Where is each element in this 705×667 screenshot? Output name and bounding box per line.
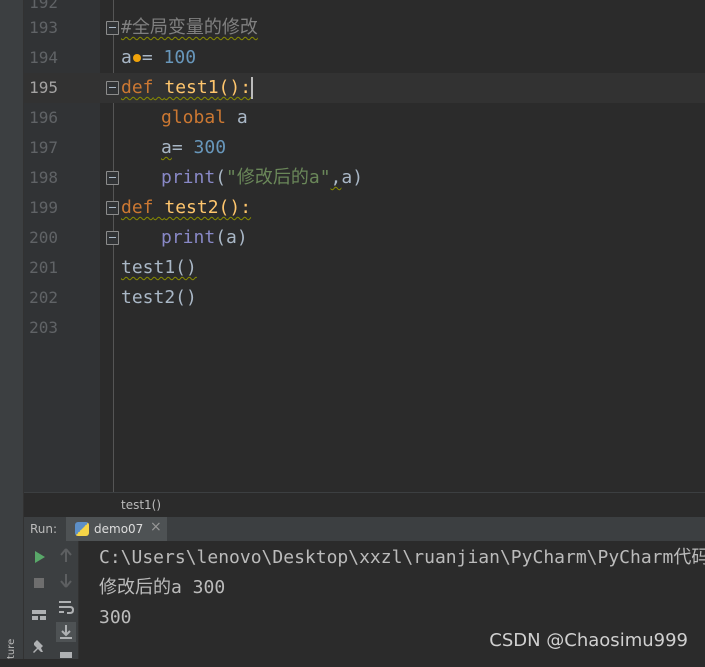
- structure-side-label[interactable]: ture: [6, 634, 18, 659]
- text-caret: [251, 77, 254, 99]
- line-number: 199: [29, 198, 58, 217]
- arrow-up-icon[interactable]: [57, 546, 75, 564]
- number-literal: 100: [163, 47, 197, 68]
- print-call-code: print(a): [161, 227, 248, 248]
- global-statement-code: global a: [161, 103, 248, 133]
- function-call-code: test2(): [121, 287, 197, 308]
- line-number: 195: [29, 78, 58, 97]
- stop-icon[interactable]: [30, 574, 48, 592]
- fold-icon[interactable]: [106, 81, 119, 95]
- line-number: 198: [29, 168, 58, 187]
- parentheses: ():: [218, 77, 252, 98]
- function-name: test2: [164, 197, 219, 218]
- console-line-output-2: 300: [99, 607, 132, 628]
- fold-icon[interactable]: [106, 171, 119, 185]
- run-tool-rail: [24, 541, 53, 659]
- parentheses: ():: [218, 197, 252, 218]
- console-line-command: C:\Users\lenovo\Desktop\xxzl\ruanjian\Py…: [99, 547, 705, 568]
- code-line-199[interactable]: 199 def test2():: [24, 193, 705, 223]
- print-builtin: print: [161, 227, 216, 248]
- code-line-197[interactable]: 197 a= 300: [24, 133, 705, 163]
- code-line-200[interactable]: 200 print(a): [24, 223, 705, 253]
- comment-text: #全局变量的修改: [121, 17, 258, 38]
- run-tool-window-header: Run: demo07 ×: [24, 517, 705, 542]
- line-number: 196: [29, 108, 58, 127]
- run-label: Run:: [30, 522, 58, 536]
- assignment-code: a= 300: [161, 133, 226, 163]
- scroll-to-end-icon[interactable]: [56, 622, 76, 642]
- print-call-code: print("修改后的a",a): [161, 167, 364, 188]
- console-line-output-1: 修改后的a 300: [99, 577, 226, 598]
- fold-icon[interactable]: [106, 231, 119, 245]
- keyword: def: [121, 197, 154, 218]
- string-literal: "修改后的a": [226, 167, 331, 188]
- line-number: 201: [29, 258, 58, 277]
- code-editor[interactable]: 192 193 #全局变量的修改 194 a = 100 195 def test…: [24, 0, 705, 492]
- assignment-code: a = 100: [121, 43, 196, 73]
- line-number: 200: [29, 228, 58, 247]
- code-line-194[interactable]: 194 a = 100: [24, 43, 705, 73]
- csdn-watermark: CSDN @Chaosimu999: [489, 630, 688, 651]
- pin-icon[interactable]: [30, 638, 48, 656]
- function-name: test1: [164, 77, 219, 98]
- run-tab-demo07[interactable]: demo07 ×: [66, 517, 167, 541]
- line-number: 203: [29, 318, 58, 337]
- breadcrumb: test1(): [24, 492, 705, 518]
- code-line-193[interactable]: 193 #全局变量的修改: [24, 13, 705, 43]
- code-line-203[interactable]: 203: [24, 313, 705, 343]
- line-number: 194: [29, 48, 58, 67]
- number-literal: 300: [193, 137, 227, 158]
- code-line-195-current[interactable]: 195 def test1():: [24, 73, 705, 103]
- close-icon[interactable]: ×: [150, 519, 162, 535]
- line-number: 202: [29, 288, 58, 307]
- global-variable: a: [226, 107, 248, 128]
- console-tool-rail: [53, 541, 79, 659]
- rerun-icon[interactable]: [30, 548, 48, 566]
- lightbulb-icon[interactable]: [132, 54, 141, 62]
- function-call-code: test1(): [121, 257, 197, 278]
- code-line-202[interactable]: 202 test2(): [24, 283, 705, 313]
- soft-wrap-icon[interactable]: [57, 598, 75, 616]
- breadcrumb-function[interactable]: test1(): [121, 493, 161, 517]
- code-line-201[interactable]: 201 test1(): [24, 253, 705, 283]
- arrow-down-icon[interactable]: [57, 572, 75, 590]
- python-icon: [75, 522, 89, 536]
- print-icon[interactable]: [57, 649, 75, 667]
- run-tab-label: demo07: [94, 522, 144, 536]
- left-tool-strip: ture: [0, 0, 24, 659]
- variable-name: a: [161, 137, 172, 158]
- assignment-operator: =: [141, 47, 164, 68]
- print-builtin: print: [161, 167, 216, 188]
- layout-icon[interactable]: [30, 606, 48, 624]
- fold-icon[interactable]: [106, 21, 119, 35]
- line-number: 197: [29, 138, 58, 157]
- keyword: def: [121, 77, 154, 98]
- function-definition-code: def test2():: [121, 193, 251, 223]
- keyword: global: [161, 107, 227, 128]
- variable-name: a: [121, 47, 132, 68]
- fold-icon[interactable]: [106, 201, 119, 215]
- code-line-198[interactable]: 198 print("修改后的a",a): [24, 163, 705, 193]
- function-definition-code: def test1():: [121, 73, 254, 103]
- line-number: 193: [29, 18, 58, 37]
- code-line-196[interactable]: 196 global a: [24, 103, 705, 133]
- assignment-operator: =: [171, 137, 194, 158]
